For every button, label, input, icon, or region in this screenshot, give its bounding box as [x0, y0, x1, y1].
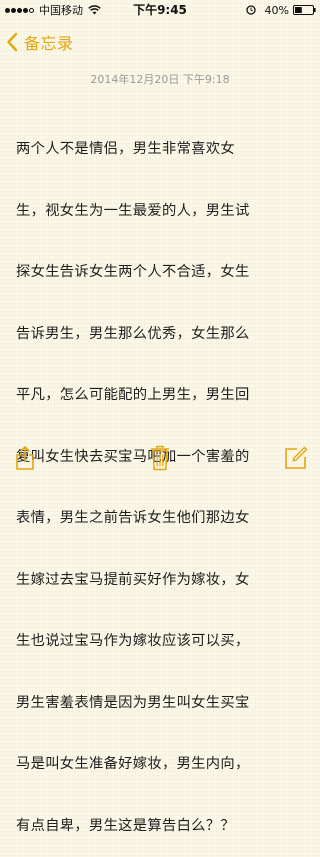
alarm-icon	[245, 5, 256, 15]
chevron-left-icon	[7, 32, 18, 52]
compose-icon	[285, 446, 308, 469]
nav-bar: 备忘录	[0, 20, 320, 64]
back-label: 备忘录	[24, 34, 74, 53]
note-line: 马是叫女生准备好嫁妆，男生内向，	[16, 756, 250, 772]
bottom-toolbar	[0, 436, 320, 480]
status-bar: 中国移动 下午9:45 40%	[0, 0, 320, 20]
note-line: 表情，男生之前告诉女生他们那边女	[16, 510, 250, 526]
back-button[interactable]: 备忘录	[6, 28, 74, 56]
note-line: 男生害羞表情是因为男生叫女生买宝	[16, 694, 250, 711]
battery-percent: 40%	[264, 3, 289, 17]
note-line: 平凡，怎么可能配的上男生，男生回	[16, 387, 250, 403]
note-line: 生，视女生为一生最爱的人，男生试	[16, 202, 250, 219]
battery-fill	[295, 7, 302, 13]
note-line: 有点自卑，男生这是算告白么？？	[16, 817, 235, 834]
note-line: 生嫁过去宝马提前买好作为嫁妆，女	[16, 571, 250, 588]
note-line: 探女生告诉女生两个人不合适，女生	[16, 264, 250, 280]
note-line: 告诉男生，男生那么优秀，女生那么	[16, 325, 250, 342]
trash-icon	[151, 445, 169, 471]
battery-icon	[293, 5, 316, 15]
note-line: 两个人不是情侣，男生非常喜欢女	[16, 141, 235, 157]
status-bar-right: 40%	[245, 0, 316, 20]
compose-button[interactable]	[282, 444, 310, 472]
share-icon	[16, 446, 34, 470]
trash-button[interactable]	[146, 444, 174, 472]
note-date: 2014年12月20日 下午9:18	[90, 73, 230, 86]
share-button[interactable]	[11, 444, 39, 472]
note-line: 生也说过宝马作为嫁妆应该可以买，	[16, 633, 250, 649]
